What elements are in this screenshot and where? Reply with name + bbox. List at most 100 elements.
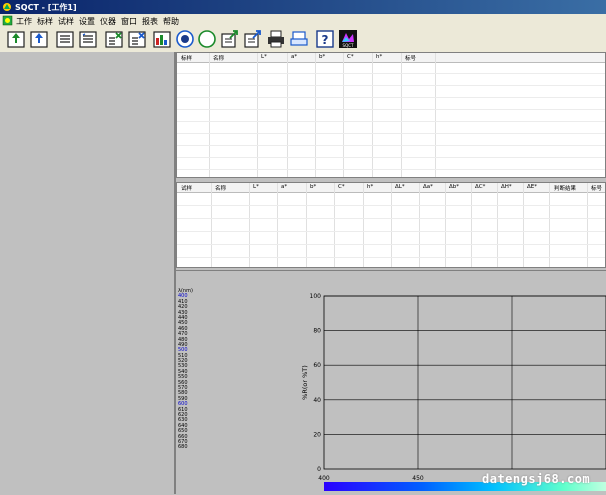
toolbar: ? SQCT — [0, 27, 606, 53]
col-dC[interactable]: ΔC* — [475, 184, 485, 190]
col-result[interactable]: 判断结果 — [554, 184, 576, 192]
x-tick-label: 400 — [318, 475, 330, 482]
col-dL[interactable]: ΔL* — [395, 184, 405, 190]
col-divider — [587, 183, 588, 267]
delete-sample-icon[interactable] — [127, 29, 147, 49]
sample-table[interactable]: 试样 名称 L* a* b* C* h* ΔL* Δa* Δb* ΔC* ΔH*… — [176, 182, 606, 268]
col-L[interactable]: L* — [253, 184, 259, 190]
col-divider — [435, 53, 436, 177]
col-divider — [277, 183, 278, 267]
left-panel — [0, 52, 176, 494]
row-divider — [177, 133, 605, 134]
menu-work[interactable]: 工作 — [16, 16, 32, 27]
y-tick-label: 60 — [313, 362, 321, 369]
col-sample[interactable]: 试样 — [181, 184, 192, 192]
logo-label: SQCT — [343, 43, 354, 48]
col-number[interactable]: 标号 — [591, 184, 602, 192]
upload-standard-icon[interactable] — [6, 29, 26, 49]
row-divider — [177, 85, 605, 86]
menu-standard[interactable]: 标样 — [37, 16, 53, 27]
col-name[interactable]: 名称 — [213, 54, 224, 62]
col-dH[interactable]: ΔH* — [501, 184, 512, 190]
title-bar: SQCT - [工作1] — [0, 0, 606, 14]
window-title: SQCT - [工作1] — [15, 3, 77, 12]
export-sample-icon[interactable] — [243, 29, 263, 49]
col-a[interactable]: a* — [281, 184, 287, 190]
svg-text:?: ? — [322, 33, 329, 47]
col-divider — [249, 183, 250, 267]
help-icon[interactable]: ? — [315, 29, 335, 49]
standard-table[interactable]: 标样 名称 L* a* b* C* h* 标号 — [176, 52, 606, 178]
row-divider — [177, 157, 605, 158]
menu-window[interactable]: 窗口 — [121, 16, 137, 27]
col-C[interactable]: C* — [338, 184, 345, 190]
y-axis-label: %R(or %T) — [301, 365, 309, 400]
row-divider — [177, 109, 605, 110]
y-tick-label: 100 — [310, 293, 322, 300]
col-a[interactable]: a* — [291, 54, 297, 60]
col-b[interactable]: b* — [319, 54, 325, 60]
col-b[interactable]: b* — [310, 184, 316, 190]
col-divider — [549, 183, 550, 267]
y-tick-label: 40 — [313, 397, 321, 404]
row-divider — [177, 73, 605, 74]
delete-standard-icon[interactable] — [104, 29, 124, 49]
col-name[interactable]: 名称 — [215, 184, 226, 192]
col-divider — [363, 183, 364, 267]
plot-area — [323, 295, 606, 470]
app-icon — [3, 3, 11, 11]
col-divider — [343, 53, 344, 177]
col-db[interactable]: Δb* — [449, 184, 459, 190]
col-divider — [471, 183, 472, 267]
menu-sample[interactable]: 试样 — [58, 16, 74, 27]
row-divider — [177, 121, 605, 122]
col-dE[interactable]: ΔE* — [527, 184, 537, 190]
printer-icon[interactable] — [266, 29, 286, 49]
col-divider — [211, 183, 212, 267]
col-divider — [391, 183, 392, 267]
col-h[interactable]: h* — [367, 184, 373, 190]
row-divider — [177, 97, 605, 98]
spectral-panel: λ(nm) 400 410 420 430 440 450 460 470 480 490 500 51… — [176, 270, 606, 495]
watermark: datengsj68.com — [482, 472, 591, 486]
col-da[interactable]: Δa* — [423, 184, 433, 190]
bar-chart-icon[interactable] — [152, 29, 172, 49]
export-standard-icon[interactable] — [220, 29, 240, 49]
y-tick-label: 0 — [317, 466, 321, 473]
standard-table-header: 标样 名称 L* a* b* C* h* 标号 — [177, 53, 605, 63]
radio-off-icon[interactable] — [197, 29, 217, 49]
radio-on-icon[interactable] — [175, 29, 195, 49]
col-C[interactable]: C* — [347, 54, 354, 60]
col-L[interactable]: L* — [261, 54, 267, 60]
col-h[interactable]: h* — [376, 54, 382, 60]
menu-settings[interactable]: 设置 — [79, 16, 95, 27]
print-preview-icon[interactable] — [289, 29, 309, 49]
standard-list-icon[interactable] — [55, 29, 75, 49]
col-number[interactable]: 标号 — [405, 54, 416, 62]
x-tick-label: 450 — [412, 475, 424, 482]
menu-bar: 工作 标样 试样 设置 仪器 窗口 报表 帮助 — [0, 14, 606, 28]
menu-instrument[interactable]: 仪器 — [100, 16, 116, 27]
y-tick-label: 20 — [313, 431, 321, 438]
sqct-logo-icon[interactable]: SQCT — [338, 29, 358, 49]
y-tick-label: 80 — [313, 328, 321, 335]
row-divider — [177, 205, 605, 206]
col-standard[interactable]: 标样 — [181, 54, 192, 62]
menu-help[interactable]: 帮助 — [163, 16, 179, 27]
col-divider — [257, 53, 258, 177]
row-divider — [177, 244, 605, 245]
col-divider — [497, 183, 498, 267]
row-divider — [177, 257, 605, 258]
col-divider — [287, 53, 288, 177]
upload-sample-icon[interactable] — [29, 29, 49, 49]
document-icon[interactable] — [2, 15, 13, 26]
col-divider — [306, 183, 307, 267]
row-divider — [177, 145, 605, 146]
row-divider — [177, 169, 605, 170]
col-divider — [334, 183, 335, 267]
sample-list-icon[interactable] — [78, 29, 98, 49]
reflectance-chart: 0 20 40 60 80 100 400 450 %R(or %T) — [301, 293, 606, 491]
col-divider — [372, 53, 373, 177]
col-divider — [315, 53, 316, 177]
menu-report[interactable]: 报表 — [142, 16, 158, 27]
